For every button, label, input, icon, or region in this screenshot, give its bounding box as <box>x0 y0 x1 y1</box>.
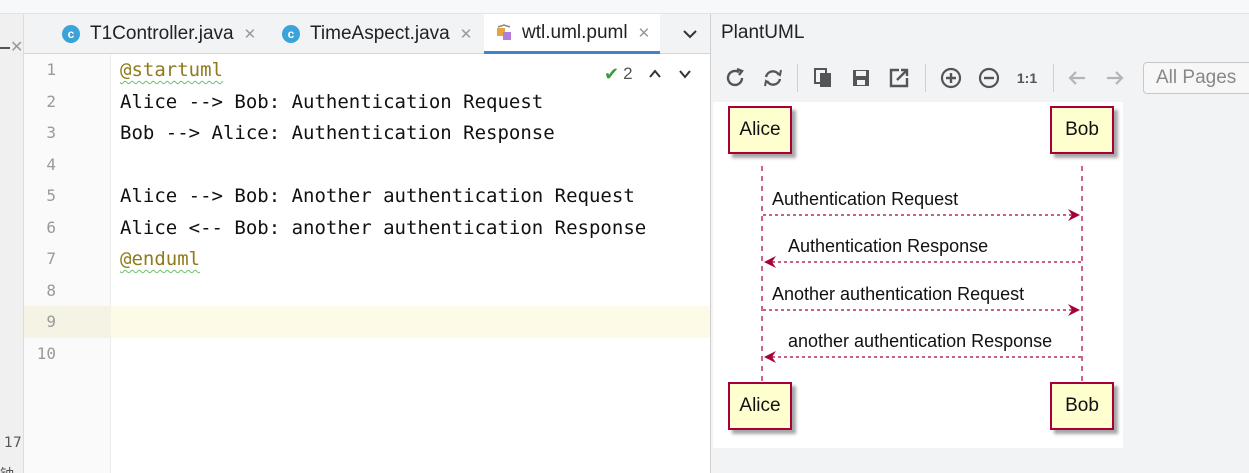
line-number: 6 <box>46 218 56 237</box>
code-line[interactable]: Alice --> Bob: Another authentication Re… <box>120 180 635 212</box>
code-line[interactable]: Alice --> Bob: Authentication Request <box>120 86 543 118</box>
participant-alice-top: Alice <box>728 106 792 154</box>
plantuml-panel: PlantUML 1:1 All Pages Alice Bob Alice B… <box>710 14 1249 473</box>
java-class-icon: c <box>62 25 80 43</box>
plantuml-file-icon <box>497 23 511 40</box>
forward-icon[interactable] <box>1101 64 1129 92</box>
java-class-icon: c <box>282 25 300 43</box>
open-external-icon[interactable] <box>885 64 913 92</box>
code-line[interactable]: @startuml <box>120 54 223 86</box>
close-icon[interactable]: ✕ <box>460 25 473 43</box>
tab-label: T1Controller.java <box>90 23 234 44</box>
chevron-down-icon[interactable] <box>680 24 700 44</box>
copy-icon[interactable] <box>809 64 837 92</box>
chevron-down-icon[interactable] <box>677 66 693 82</box>
line-number: 3 <box>46 123 56 142</box>
zoom-out-icon[interactable] <box>975 64 1003 92</box>
line-number: 8 <box>46 281 56 300</box>
chevron-up-icon[interactable] <box>647 66 663 82</box>
toolbar-separator <box>1053 64 1054 92</box>
message-label: Authentication Request <box>772 189 959 209</box>
line-number: 1 <box>46 60 56 79</box>
sync-icon[interactable] <box>759 64 787 92</box>
back-icon[interactable] <box>1063 64 1091 92</box>
close-icon[interactable]: ✕ <box>10 37 23 56</box>
toolbar-separator <box>925 64 926 92</box>
line-number: 5 <box>46 186 56 205</box>
tab-label: wtl.uml.puml <box>522 21 628 43</box>
code-line[interactable]: @enduml <box>120 243 200 275</box>
message-label: Another authentication Request <box>772 284 1025 304</box>
line-number: 2 <box>46 92 56 111</box>
inspection-count: 2 <box>623 64 633 83</box>
line-number: 10 <box>36 344 56 363</box>
close-icon[interactable]: ✕ <box>638 24 651 42</box>
sequence-diagram: Alice Bob Alice Bob Authentication Reque… <box>713 102 1123 448</box>
line-number: 7 <box>46 249 56 268</box>
actual-size-icon[interactable]: 1:1 <box>1013 64 1041 92</box>
page-select-value: All Pages <box>1156 67 1237 88</box>
side-line-number: 17 <box>4 435 22 451</box>
toolbar-separator <box>797 64 798 92</box>
double-check-icon: ✔ <box>604 63 620 84</box>
message-label: Authentication Response <box>788 236 989 256</box>
close-icon[interactable]: ✕ <box>244 25 257 43</box>
side-cjk-text: 钟 <box>0 464 14 473</box>
code-editor[interactable]: 1 2 3 4 5 6 7 8 9 10 @startuml Alice -->… <box>24 54 710 473</box>
collapse-dash-icon[interactable] <box>0 47 10 49</box>
code-line[interactable]: Alice <-- Bob: another authentication Re… <box>120 212 646 244</box>
tab-label: TimeAspect.java <box>310 23 450 44</box>
refresh-icon[interactable] <box>721 64 749 92</box>
current-line-highlight <box>111 306 710 338</box>
left-tool-strip: ✕ 17 钟 <box>0 14 24 473</box>
tab-timeaspect[interactable]: c TimeAspect.java ✕ <box>282 14 472 54</box>
page-select[interactable]: All Pages <box>1143 62 1249 94</box>
participant-bob-top: Bob <box>1050 106 1114 154</box>
editor-tab-bar: c T1Controller.java ✕ c TimeAspect.java … <box>24 14 710 54</box>
inspection-widget[interactable]: ✔ 2 <box>604 62 693 86</box>
save-icon[interactable] <box>847 64 875 92</box>
tab-wtl-uml-puml[interactable]: wtl.uml.puml ✕ <box>484 14 661 54</box>
window-top-strip <box>0 0 1249 14</box>
participant-alice-bottom: Alice <box>728 382 792 430</box>
code-line[interactable]: Bob --> Alice: Authentication Response <box>120 117 555 149</box>
line-number: 9 <box>46 312 56 331</box>
tab-t1controller[interactable]: c T1Controller.java ✕ <box>62 14 256 54</box>
participant-bob-bottom: Bob <box>1050 382 1114 430</box>
line-number: 4 <box>46 155 56 174</box>
message-label: another authentication Response <box>788 331 1053 351</box>
panel-title: PlantUML <box>721 22 805 43</box>
zoom-in-icon[interactable] <box>937 64 965 92</box>
